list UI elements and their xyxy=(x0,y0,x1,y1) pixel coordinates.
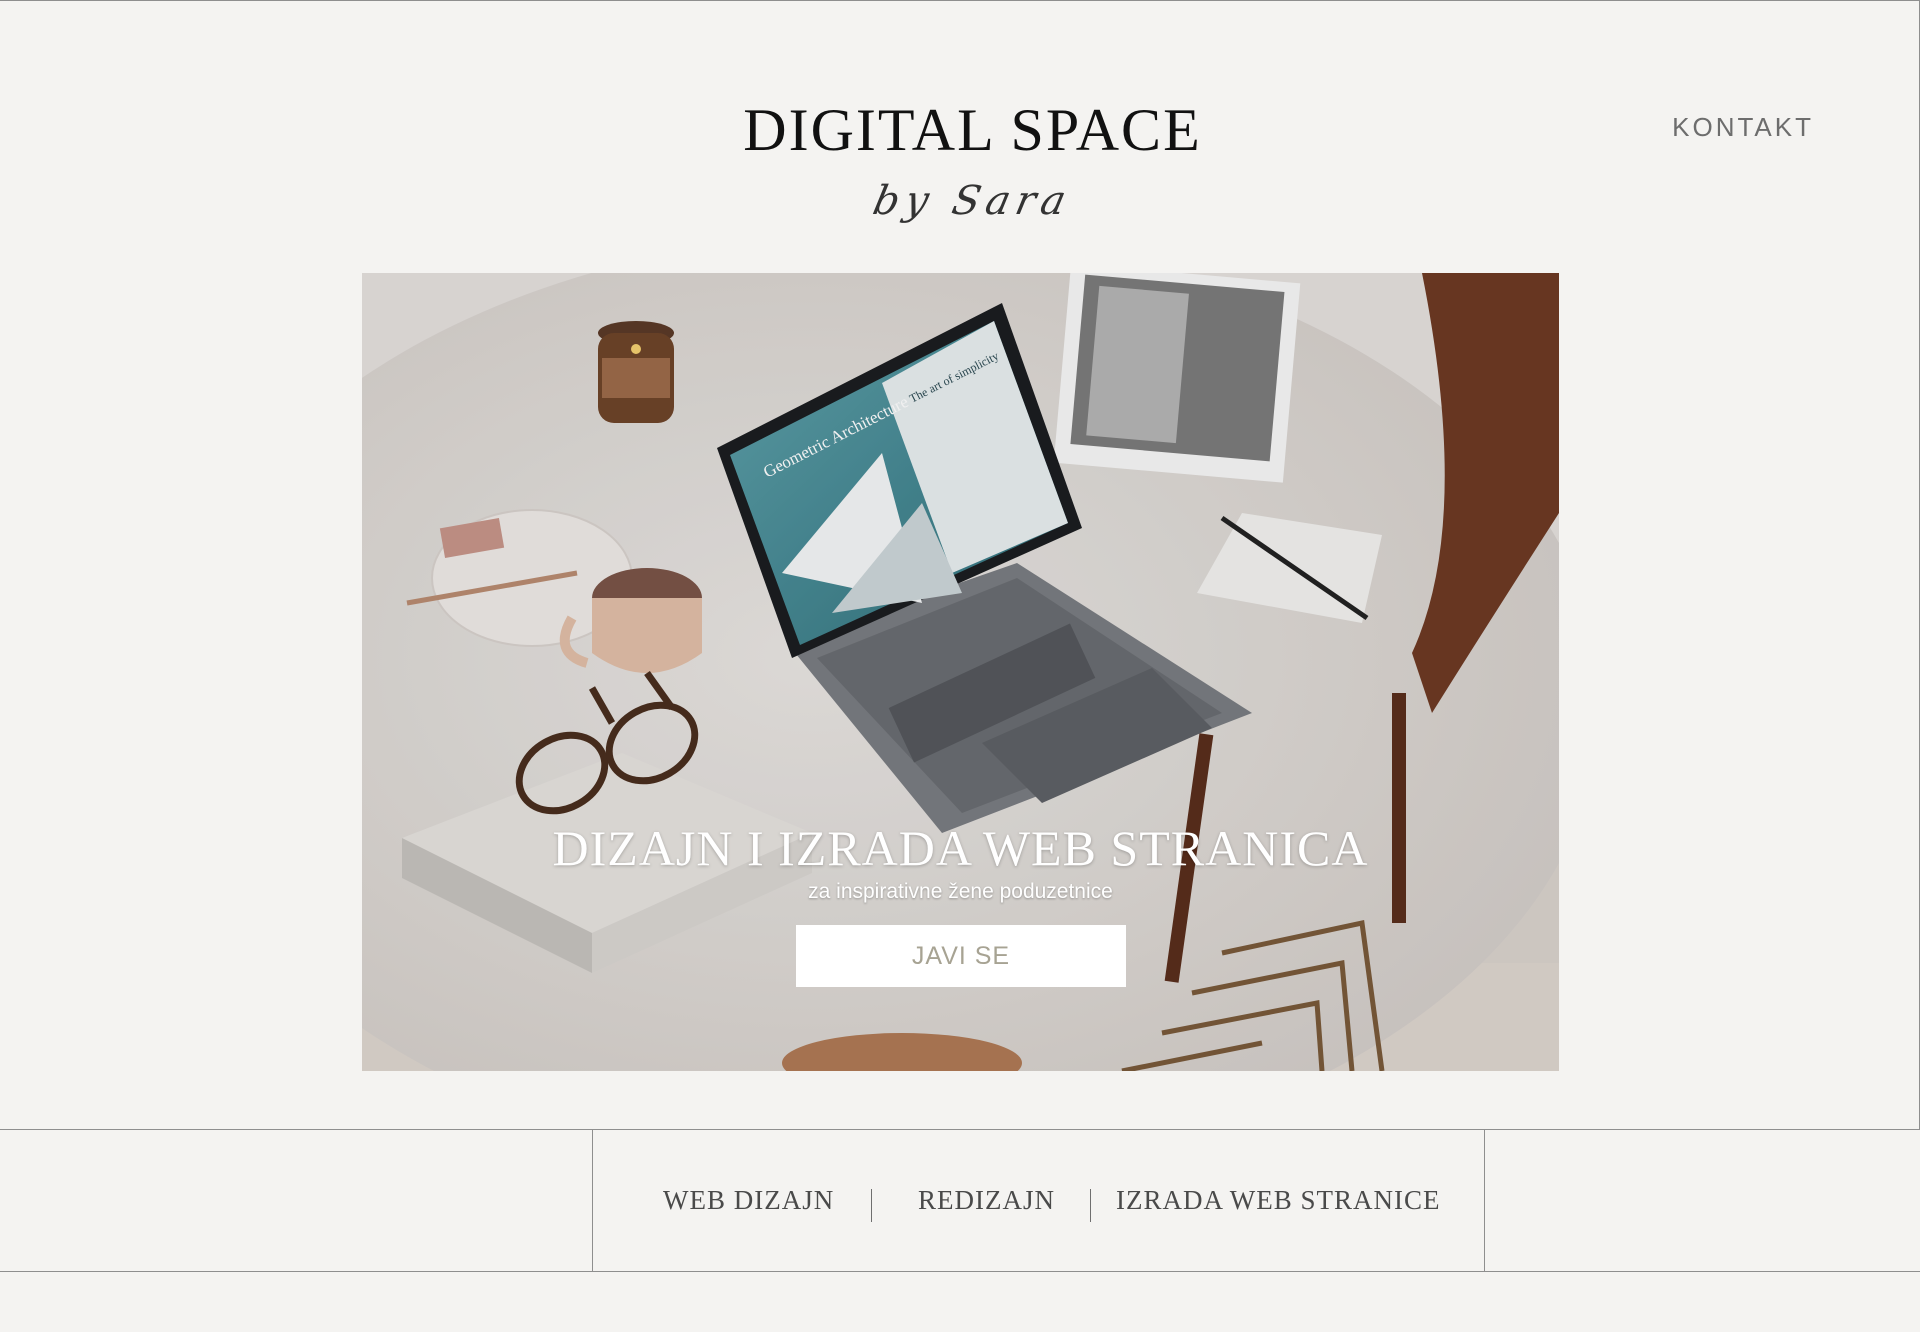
nav-divider-right xyxy=(1484,1130,1485,1271)
nav-item-izrada-web-stranice[interactable]: IZRADA WEB STRANICE xyxy=(1116,1185,1441,1216)
services-nav: WEB DIZAJN REDIZAJN IZRADA WEB STRANICE xyxy=(0,1129,1920,1272)
nav-separator xyxy=(871,1189,872,1222)
contact-link[interactable]: KONTAKT xyxy=(1672,112,1814,143)
nav-divider-left xyxy=(592,1130,593,1271)
brand-logo[interactable]: DIGITAL SPACE by Sara xyxy=(0,95,1920,227)
hero-text-block: DIZAJN I IZRADA WEB STRANICA za inspirat… xyxy=(362,818,1559,904)
hero-banner: Geometric Architecture The art of simpli… xyxy=(362,273,1559,1071)
brand-title: DIGITAL SPACE xyxy=(743,97,1202,163)
hero-title: DIZAJN I IZRADA WEB STRANICA xyxy=(552,820,1369,876)
nav-separator xyxy=(1090,1189,1091,1222)
nav-item-web-dizajn[interactable]: WEB DIZAJN xyxy=(663,1185,834,1216)
top-border xyxy=(0,0,1920,1)
brand-subtitle: by Sara xyxy=(869,178,1076,224)
nav-item-redizajn[interactable]: REDIZAJN xyxy=(918,1185,1055,1216)
hero-subtitle: za inspirativne žene poduzetnice xyxy=(808,880,1113,903)
contact-cta-button[interactable]: JAVI SE xyxy=(796,925,1126,987)
